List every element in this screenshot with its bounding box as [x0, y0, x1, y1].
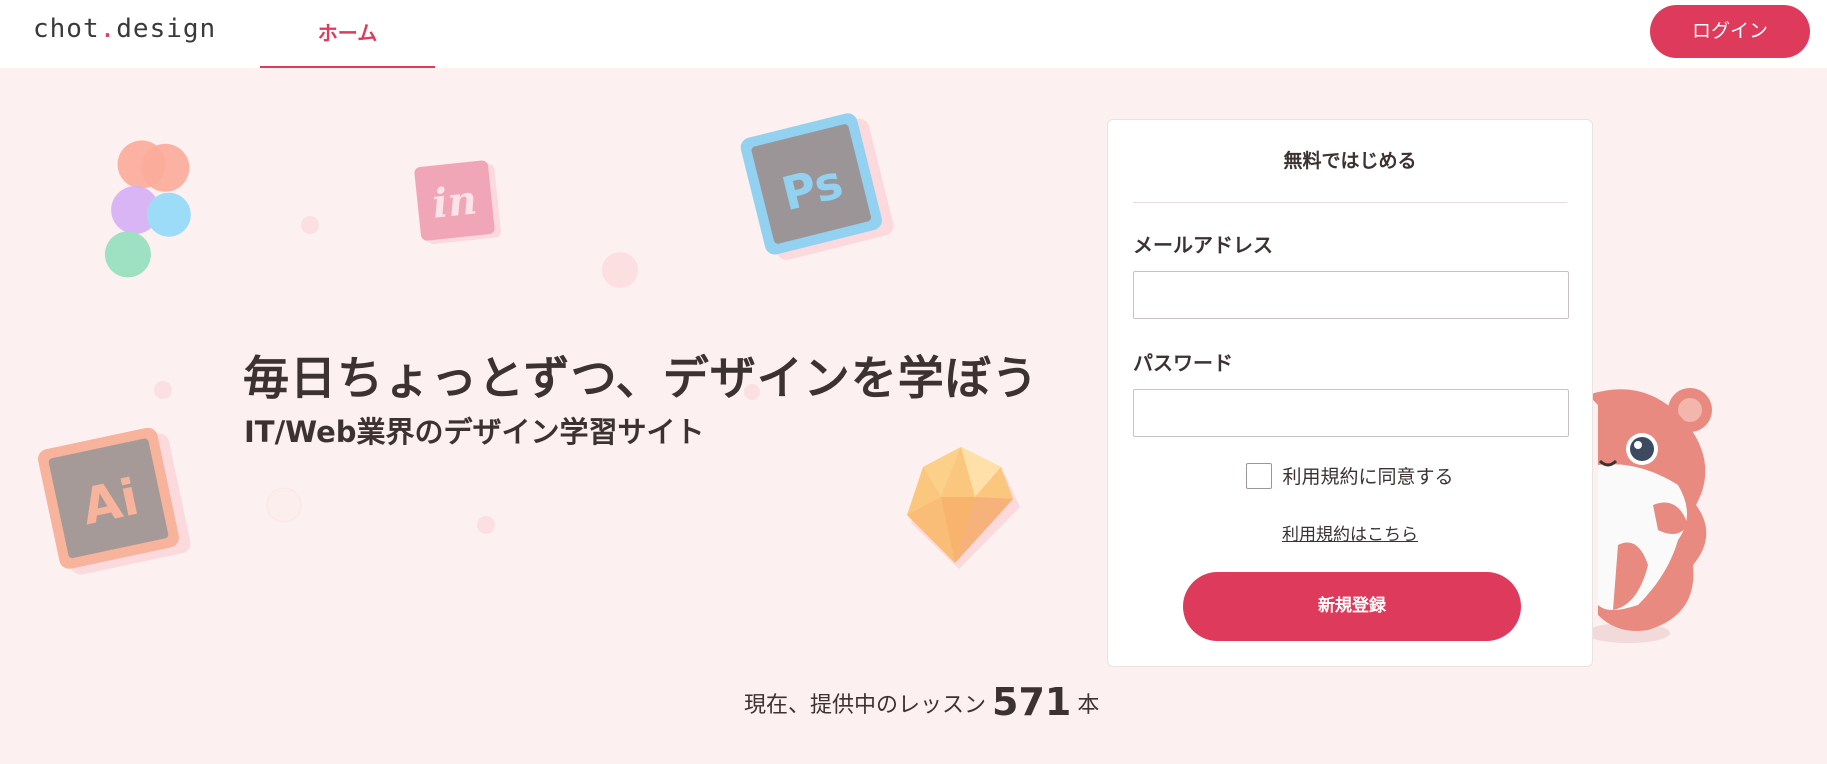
lesson-count-suffix: 本	[1077, 693, 1100, 718]
hero-subtitle: IT/Web業界のデザイン学習サイト	[244, 415, 705, 449]
email-label: メールアドレス	[1133, 233, 1273, 257]
terms-agree-checkbox[interactable]	[1246, 462, 1273, 489]
email-field[interactable]	[1133, 271, 1569, 319]
terms-link[interactable]: 利用規約はこちら	[1108, 520, 1592, 545]
lesson-count-prefix: 現在、提供中のレッスン	[744, 693, 987, 718]
form-title: 無料ではじめる	[1283, 150, 1417, 172]
login-button[interactable]: ログイン	[1650, 5, 1810, 58]
form-divider	[1133, 202, 1567, 203]
register-button[interactable]: 新規登録	[1183, 572, 1521, 641]
password-field[interactable]	[1133, 389, 1569, 437]
hero-title: 毎日ちょっとずつ、デザインを学ぼう	[243, 351, 1039, 405]
lesson-count-number: 571	[992, 680, 1072, 724]
password-label: パスワード	[1133, 351, 1233, 375]
terms-agree-label[interactable]: 利用規約に同意する	[1282, 466, 1453, 488]
hamster-mascot	[1586, 388, 1712, 643]
lesson-count-text: 現在、提供中のレッスン 571 本	[744, 680, 1099, 724]
terms-agree-row: 利用規約に同意する	[1108, 462, 1592, 489]
signup-form-card: 無料ではじめる メールアドレス パスワード 利用規約に同意する 利用規約はこちら…	[1107, 119, 1593, 667]
